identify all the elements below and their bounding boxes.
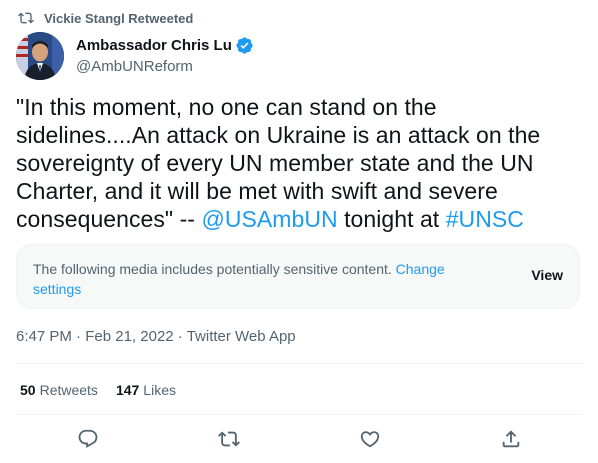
divider [16, 363, 582, 364]
likes-count: 147 [115, 382, 140, 398]
retweet-icon [218, 431, 240, 447]
verified-badge-icon [236, 37, 253, 54]
author-block: Ambassador Chris Lu @AmbUNReform [16, 32, 254, 80]
retweets-label: Retweets [39, 382, 98, 398]
meta-separator: · [173, 328, 187, 345]
like-button[interactable] [359, 428, 381, 450]
tweet-detail: Vickie Stangl Retweeted Ambassador Chris… [0, 0, 598, 463]
author-handle[interactable]: @AmbUNReform [76, 57, 254, 77]
retweets-stat[interactable]: 50 Retweets [20, 380, 98, 400]
tweet-actions [0, 426, 598, 454]
likes-label: Likes [143, 382, 176, 398]
reply-button[interactable] [77, 428, 99, 450]
tweet-text-mid: tonight at [337, 206, 446, 232]
retweet-icon [18, 12, 34, 24]
tweet-date[interactable]: Feb 21, 2022 [85, 328, 173, 345]
likes-stat[interactable]: 147 Likes [116, 380, 176, 400]
sensitive-media-text: The following media includes potentially… [33, 261, 396, 277]
meta-separator: · [71, 328, 86, 345]
retweet-context[interactable]: Vickie Stangl Retweeted [18, 9, 193, 27]
hashtag-link[interactable]: #UNSC [446, 206, 524, 232]
tweet-time[interactable]: 6:47 PM [16, 328, 72, 345]
tweet-meta: 6:47 PM · Feb 21, 2022 · Twitter Web App [16, 327, 296, 347]
like-icon [360, 431, 380, 448]
mention-link[interactable]: @USAmbUN [201, 206, 337, 232]
tweet-stats: 50 Retweets 147 Likes [20, 380, 194, 400]
divider [16, 414, 582, 415]
share-icon [502, 430, 520, 448]
view-media-button[interactable]: View [531, 267, 563, 283]
sensitive-media-message: The following media includes potentially… [33, 259, 473, 299]
sensitive-media-notice: The following media includes potentially… [16, 244, 580, 309]
author-display-name[interactable]: Ambassador Chris Lu [76, 36, 232, 56]
tweet-source-app[interactable]: Twitter Web App [187, 328, 296, 345]
retweet-button[interactable] [218, 428, 240, 450]
retweet-context-text: Vickie Stangl Retweeted [44, 10, 194, 26]
avatar-image [16, 32, 64, 80]
share-button[interactable] [500, 428, 522, 450]
reply-icon [78, 429, 98, 448]
author-names: Ambassador Chris Lu @AmbUNReform [76, 36, 254, 77]
avatar[interactable] [16, 32, 64, 80]
retweets-count: 50 [20, 382, 36, 398]
tweet-text: "In this moment, no one can stand on the… [16, 93, 586, 233]
